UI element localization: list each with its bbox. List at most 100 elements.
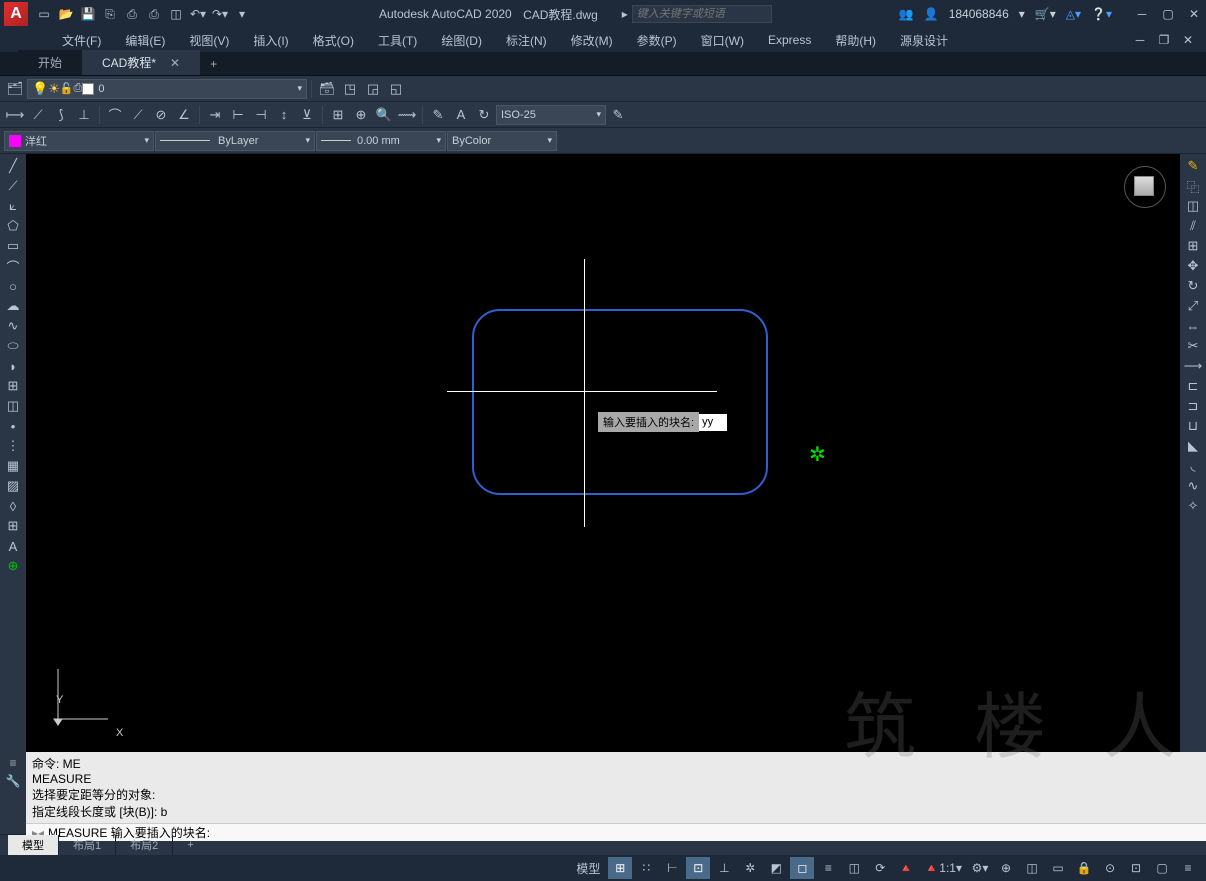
tab-layout-add-icon[interactable]: + [173, 837, 207, 853]
menu-file[interactable]: 文件(F) [50, 29, 113, 52]
tab-layout1[interactable]: 布局1 [59, 835, 116, 855]
layer-prev-icon[interactable]: ◲ [362, 78, 384, 100]
dim-update-icon[interactable]: ↻ [473, 104, 495, 126]
offset-icon[interactable]: ⫽ [1181, 216, 1205, 236]
st-transparency-icon[interactable]: ◫ [842, 857, 866, 879]
ellipse-arc-icon[interactable]: ◗ [1, 356, 25, 376]
table-icon[interactable]: ⊞ [1, 516, 25, 536]
st-annoscale-icon[interactable]: 🔺 [894, 857, 918, 879]
move-icon[interactable]: ✥ [1181, 256, 1205, 276]
menu-tools[interactable]: 工具(T) [366, 29, 429, 52]
dim-break-icon[interactable]: ⊻ [296, 104, 318, 126]
fillet-icon[interactable]: ◟ [1181, 456, 1205, 476]
dim-quick-icon[interactable]: ⇥ [204, 104, 226, 126]
dimstyle-dropdown[interactable]: ISO-25 [496, 105, 606, 125]
addselected-icon[interactable]: ⊕ [1, 556, 25, 576]
dim-edit-icon[interactable]: ✎ [427, 104, 449, 126]
polygon-icon[interactable]: ⬠ [1, 216, 25, 236]
dim-baseline-icon[interactable]: ⊢ [227, 104, 249, 126]
viewcube[interactable] [1124, 166, 1166, 208]
ellipse-icon[interactable]: ⬭ [1, 336, 25, 356]
dim-space-icon[interactable]: ↕ [273, 104, 295, 126]
lineweight-dropdown[interactable]: 0.00 mm [316, 131, 446, 151]
jog-linear-icon[interactable]: ⟿ [396, 104, 418, 126]
cart-icon[interactable]: 🛒▾ [1035, 7, 1056, 21]
undo-icon[interactable]: ↶▾ [188, 4, 208, 24]
menu-view[interactable]: 视图(V) [177, 29, 241, 52]
menu-window[interactable]: 窗口(W) [689, 29, 756, 52]
menu-help[interactable]: 帮助(H) [823, 29, 888, 52]
menu-parametric[interactable]: 参数(P) [625, 29, 689, 52]
rotate-icon[interactable]: ↻ [1181, 276, 1205, 296]
st-customize-icon[interactable]: ≡ [1176, 857, 1200, 879]
pline-icon[interactable]: ⟀ [1, 196, 25, 216]
st-infer-icon[interactable]: ⊢ [660, 857, 684, 879]
st-lockui-icon[interactable]: 🔒 [1072, 857, 1096, 879]
user-id[interactable]: 184068846 [949, 7, 1009, 21]
prompt-input[interactable] [699, 414, 727, 431]
mirror-icon[interactable]: ◫ [1181, 196, 1205, 216]
cmd-history-icon[interactable]: ≡ [9, 756, 16, 770]
menu-draw[interactable]: 绘图(D) [429, 29, 494, 52]
app-icon[interactable]: ◬▾ [1066, 7, 1081, 21]
doc-min-icon[interactable]: ─ [1132, 32, 1148, 48]
break2-icon[interactable]: ⊐ [1181, 396, 1205, 416]
inspect-icon[interactable]: 🔍 [373, 104, 395, 126]
rectangle-icon[interactable]: ▭ [1, 236, 25, 256]
layer-match-icon[interactable]: ◱ [385, 78, 407, 100]
menu-edit[interactable]: 编辑(E) [113, 29, 177, 52]
menu-yq[interactable]: 源泉设计 [888, 29, 960, 52]
blend-icon[interactable]: ∿ [1181, 476, 1205, 496]
dim-continue-icon[interactable]: ⊣ [250, 104, 272, 126]
st-quickprops-icon[interactable]: ▭ [1046, 857, 1070, 879]
point-icon[interactable]: • [1, 416, 25, 436]
menu-insert[interactable]: 插入(I) [241, 29, 300, 52]
cmd-wrench-icon[interactable]: 🔧 [6, 774, 21, 788]
st-isolate-icon[interactable]: ⊙ [1098, 857, 1122, 879]
insert-block-icon[interactable]: ⊞ [1, 376, 25, 396]
array-icon[interactable]: ⊞ [1181, 236, 1205, 256]
gradient-icon[interactable]: ▨ [1, 476, 25, 496]
maximize-icon[interactable]: ▢ [1160, 6, 1176, 22]
tab-start[interactable]: 开始 [18, 50, 82, 75]
tab-model[interactable]: 模型 [8, 835, 59, 855]
make-block-icon[interactable]: ◫ [1, 396, 25, 416]
extend-icon[interactable]: ⟶ [1181, 356, 1205, 376]
st-iso-icon[interactable]: ◩ [764, 857, 788, 879]
dim-jog-icon[interactable]: ⟋ [127, 104, 149, 126]
signin-icon[interactable]: 👥 [899, 7, 914, 21]
dim-aligned-icon[interactable]: ⟋ [27, 104, 49, 126]
dim-angular-icon[interactable]: ∠ [173, 104, 195, 126]
st-hardware-icon[interactable]: ⊡ [1124, 857, 1148, 879]
st-cycle-icon[interactable]: ⟳ [868, 857, 892, 879]
saveas-icon[interactable]: ⎘ [100, 4, 120, 24]
arc-icon[interactable]: ⌒ [1, 256, 25, 276]
redo-icon[interactable]: ↷▾ [210, 4, 230, 24]
join-icon[interactable]: ⊔ [1181, 416, 1205, 436]
dim-ordinate-icon[interactable]: ⊥ [73, 104, 95, 126]
menu-dimension[interactable]: 标注(N) [494, 29, 559, 52]
search-input[interactable] [632, 5, 772, 23]
menu-modify[interactable]: 修改(M) [559, 29, 625, 52]
erase-icon[interactable]: ✎ [1181, 156, 1205, 176]
command-history[interactable]: 命令: ME MEASURE 选择要定距等分的对象: 指定线段长度或 [块(B)… [26, 752, 1206, 823]
line-icon[interactable]: ╱ [1, 156, 25, 176]
save-icon[interactable]: 💾 [78, 4, 98, 24]
st-ortho-icon[interactable]: ⊥ [712, 857, 736, 879]
layer-states-icon[interactable]: 🗃 [316, 78, 338, 100]
layer-dropdown[interactable]: 💡 ☀ 🔓 ⎙ 0 [27, 79, 307, 99]
close-icon[interactable]: ✕ [1186, 6, 1202, 22]
revcloud-icon[interactable]: ☁ [1, 296, 25, 316]
st-dynamic-input-icon[interactable]: ⊡ [686, 857, 710, 879]
doc-restore-icon[interactable]: ❐ [1156, 32, 1172, 48]
st-grid-icon[interactable]: ⊞ [608, 857, 632, 879]
hatch-icon[interactable]: ▦ [1, 456, 25, 476]
dim-arc-icon[interactable]: ⟆ [50, 104, 72, 126]
st-annomon-icon[interactable]: ⊕ [994, 857, 1018, 879]
drawing-canvas[interactable]: 输入要插入的块名: ✲ Y X [26, 154, 1180, 752]
tab-document[interactable]: CAD教程*✕ [82, 50, 200, 75]
layer-props-icon[interactable]: 🗂 [4, 78, 26, 100]
spline-icon[interactable]: ∿ [1, 316, 25, 336]
break-icon[interactable]: ⊏ [1181, 376, 1205, 396]
mtext-icon[interactable]: A [1, 536, 25, 556]
